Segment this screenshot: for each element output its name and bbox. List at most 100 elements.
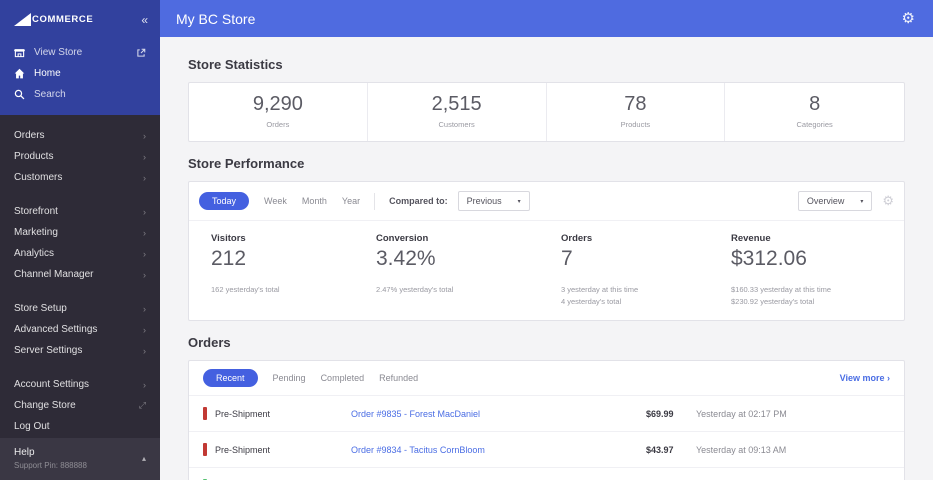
menu-label: Change Store <box>14 400 76 411</box>
tab-year[interactable]: Year <box>342 196 360 206</box>
metric-value: 3.42% <box>376 247 436 270</box>
performance-controls: Today Week Month Year Compared to: Previ… <box>189 182 904 221</box>
bigcommerce-sail-icon <box>14 13 31 26</box>
sidebar-item-log-out[interactable]: Log Out <box>0 416 160 437</box>
metric-comparison: $160.33 yesterday at this time $230.92 y… <box>731 284 882 307</box>
stat-orders: 9,290 Orders <box>189 83 368 141</box>
sidebar-item-change-store[interactable]: Change Store ⤢ <box>0 395 160 416</box>
order-status: Pre-Shipment <box>203 407 351 421</box>
metric-value: 212 <box>211 247 247 270</box>
sidebar-item-storefront[interactable]: Storefront › <box>0 201 160 222</box>
order-row: Pre-Shipment Order #9834 - Tacitus CornB… <box>189 431 904 467</box>
store-statistics-heading: Store Statistics <box>188 57 283 72</box>
sidebar-item-account-settings[interactable]: Account Settings › <box>0 374 160 395</box>
main-area: My BC Store ⚙ Store Statistics 9,290 Ord… <box>160 0 933 480</box>
performance-gear-icon[interactable]: ⚙ <box>882 193 894 209</box>
sidebar-item-products[interactable]: Products › <box>0 146 160 167</box>
sidebar-item-home[interactable]: Home <box>0 63 160 84</box>
help-panel-toggle[interactable]: Help Support Pin: 888888 ▴ <box>0 438 160 480</box>
metric-visitors: Visitors 212 162 yesterday's total <box>211 233 376 307</box>
sidebar-top-section: COMMERCE « View Store Home Search <box>0 0 160 115</box>
storefront-icon <box>14 49 25 58</box>
performance-right-controls: Overview ▾ ⚙ <box>788 191 894 211</box>
tab-recent[interactable]: Recent <box>203 369 258 388</box>
menu-label: Marketing <box>14 227 58 238</box>
home-icon <box>14 68 25 79</box>
tab-today[interactable]: Today <box>199 192 250 210</box>
logo-text: COMMERCE <box>32 14 94 25</box>
menu-label: Advanced Settings <box>14 324 98 335</box>
sidebar-item-analytics[interactable]: Analytics › <box>0 243 160 264</box>
tab-completed[interactable]: Completed <box>321 373 365 383</box>
caret-down-icon: ▾ <box>517 198 521 205</box>
performance-metrics: Visitors 212 162 yesterday's total Conve… <box>189 221 904 320</box>
chevron-right-icon: › <box>143 324 146 335</box>
compared-to-select[interactable]: Previous ▾ <box>457 191 530 211</box>
status-label: Pre-Shipment <box>215 408 271 419</box>
collapse-sidebar-icon[interactable]: « <box>141 14 148 26</box>
menu-group-divider <box>0 285 160 298</box>
stat-value: 9,290 <box>252 93 303 115</box>
stat-value: 78 <box>624 93 647 115</box>
metric-sub-line: 3 yesterday at this time <box>561 285 639 294</box>
stat-label: Orders <box>266 120 290 129</box>
store-statistics-panel: 9,290 Orders 2,515 Customers 78 Products… <box>188 82 905 142</box>
bigcommerce-logo[interactable]: COMMERCE « <box>0 0 160 42</box>
sidebar-item-store-setup[interactable]: Store Setup › <box>0 298 160 319</box>
store-title: My BC Store <box>176 10 256 27</box>
compared-to-label: Compared to: <box>389 196 448 206</box>
order-amount: $69.99 <box>646 408 674 419</box>
menu-group-divider <box>0 361 160 374</box>
store-performance-panel: Today Week Month Year Compared to: Previ… <box>188 181 905 322</box>
overview-select[interactable]: Overview ▾ <box>797 191 873 211</box>
chevron-right-icon: › <box>143 227 146 238</box>
order-amount: $43.97 <box>646 444 674 455</box>
app-root: COMMERCE « View Store Home Search Orders… <box>0 0 933 480</box>
order-link[interactable]: Order #9835 - Forest MacDaniel <box>351 409 646 419</box>
metric-sub-line: 162 yesterday's total <box>211 285 280 294</box>
metric-value: 7 <box>561 247 573 270</box>
help-label: Help <box>14 447 35 458</box>
settings-gear-icon[interactable]: ⚙ <box>902 11 915 26</box>
stat-customers: 2,515 Customers <box>368 83 547 141</box>
tab-week[interactable]: Week <box>264 196 287 206</box>
metric-sub-line: $160.33 yesterday at this time <box>731 285 832 294</box>
menu-label: Storefront <box>14 206 58 217</box>
dashboard-content: Store Statistics 9,290 Orders 2,515 Cust… <box>160 37 933 480</box>
metric-orders: Orders 7 3 yesterday at this time 4 yest… <box>561 233 731 307</box>
chevron-right-icon: › <box>143 345 146 356</box>
sidebar-item-search[interactable]: Search <box>0 84 160 105</box>
status-label: Pre-Shipment <box>215 444 271 455</box>
external-link-icon <box>137 48 146 57</box>
metric-label: Orders <box>561 233 593 244</box>
tab-month[interactable]: Month <box>302 196 327 206</box>
menu-label: Channel Manager <box>14 269 94 280</box>
view-more-link[interactable]: View more › <box>840 373 890 383</box>
metric-conversion: Conversion 3.42% 2.47% yesterday's total <box>376 233 561 307</box>
stat-value: 2,515 <box>431 93 482 115</box>
sidebar-item-channel-manager[interactable]: Channel Manager › <box>0 264 160 285</box>
order-status: Pre-Shipment <box>203 443 351 457</box>
swap-store-icon: ⤢ <box>138 400 146 410</box>
sidebar-item-customers[interactable]: Customers › <box>0 167 160 188</box>
tab-pending[interactable]: Pending <box>273 373 306 383</box>
compared-to-value: Previous <box>466 196 502 206</box>
sidebar-item-view-store[interactable]: View Store <box>0 42 160 63</box>
metric-sub-line: $230.92 yesterday's total <box>731 296 815 306</box>
menu-label: Customers <box>14 172 63 183</box>
menu-label: Server Settings <box>14 345 83 356</box>
tab-refunded[interactable]: Refunded <box>379 373 418 383</box>
sidebar-item-advanced-settings[interactable]: Advanced Settings › <box>0 319 160 340</box>
metric-label: Conversion <box>376 233 429 244</box>
status-color-bar <box>203 407 207 421</box>
stat-value: 8 <box>809 93 821 115</box>
sidebar-item-marketing[interactable]: Marketing › <box>0 222 160 243</box>
chevron-right-icon: › <box>143 269 146 280</box>
metric-label: Visitors <box>211 233 246 244</box>
caret-down-icon: ▾ <box>860 198 864 205</box>
sidebar-item-orders[interactable]: Orders › <box>0 125 160 146</box>
sidebar: COMMERCE « View Store Home Search Orders… <box>0 0 160 480</box>
metric-revenue: Revenue $312.06 $160.33 yesterday at thi… <box>731 233 882 307</box>
order-link[interactable]: Order #9834 - Tacitus CornBloom <box>351 445 646 455</box>
sidebar-item-server-settings[interactable]: Server Settings › <box>0 340 160 361</box>
